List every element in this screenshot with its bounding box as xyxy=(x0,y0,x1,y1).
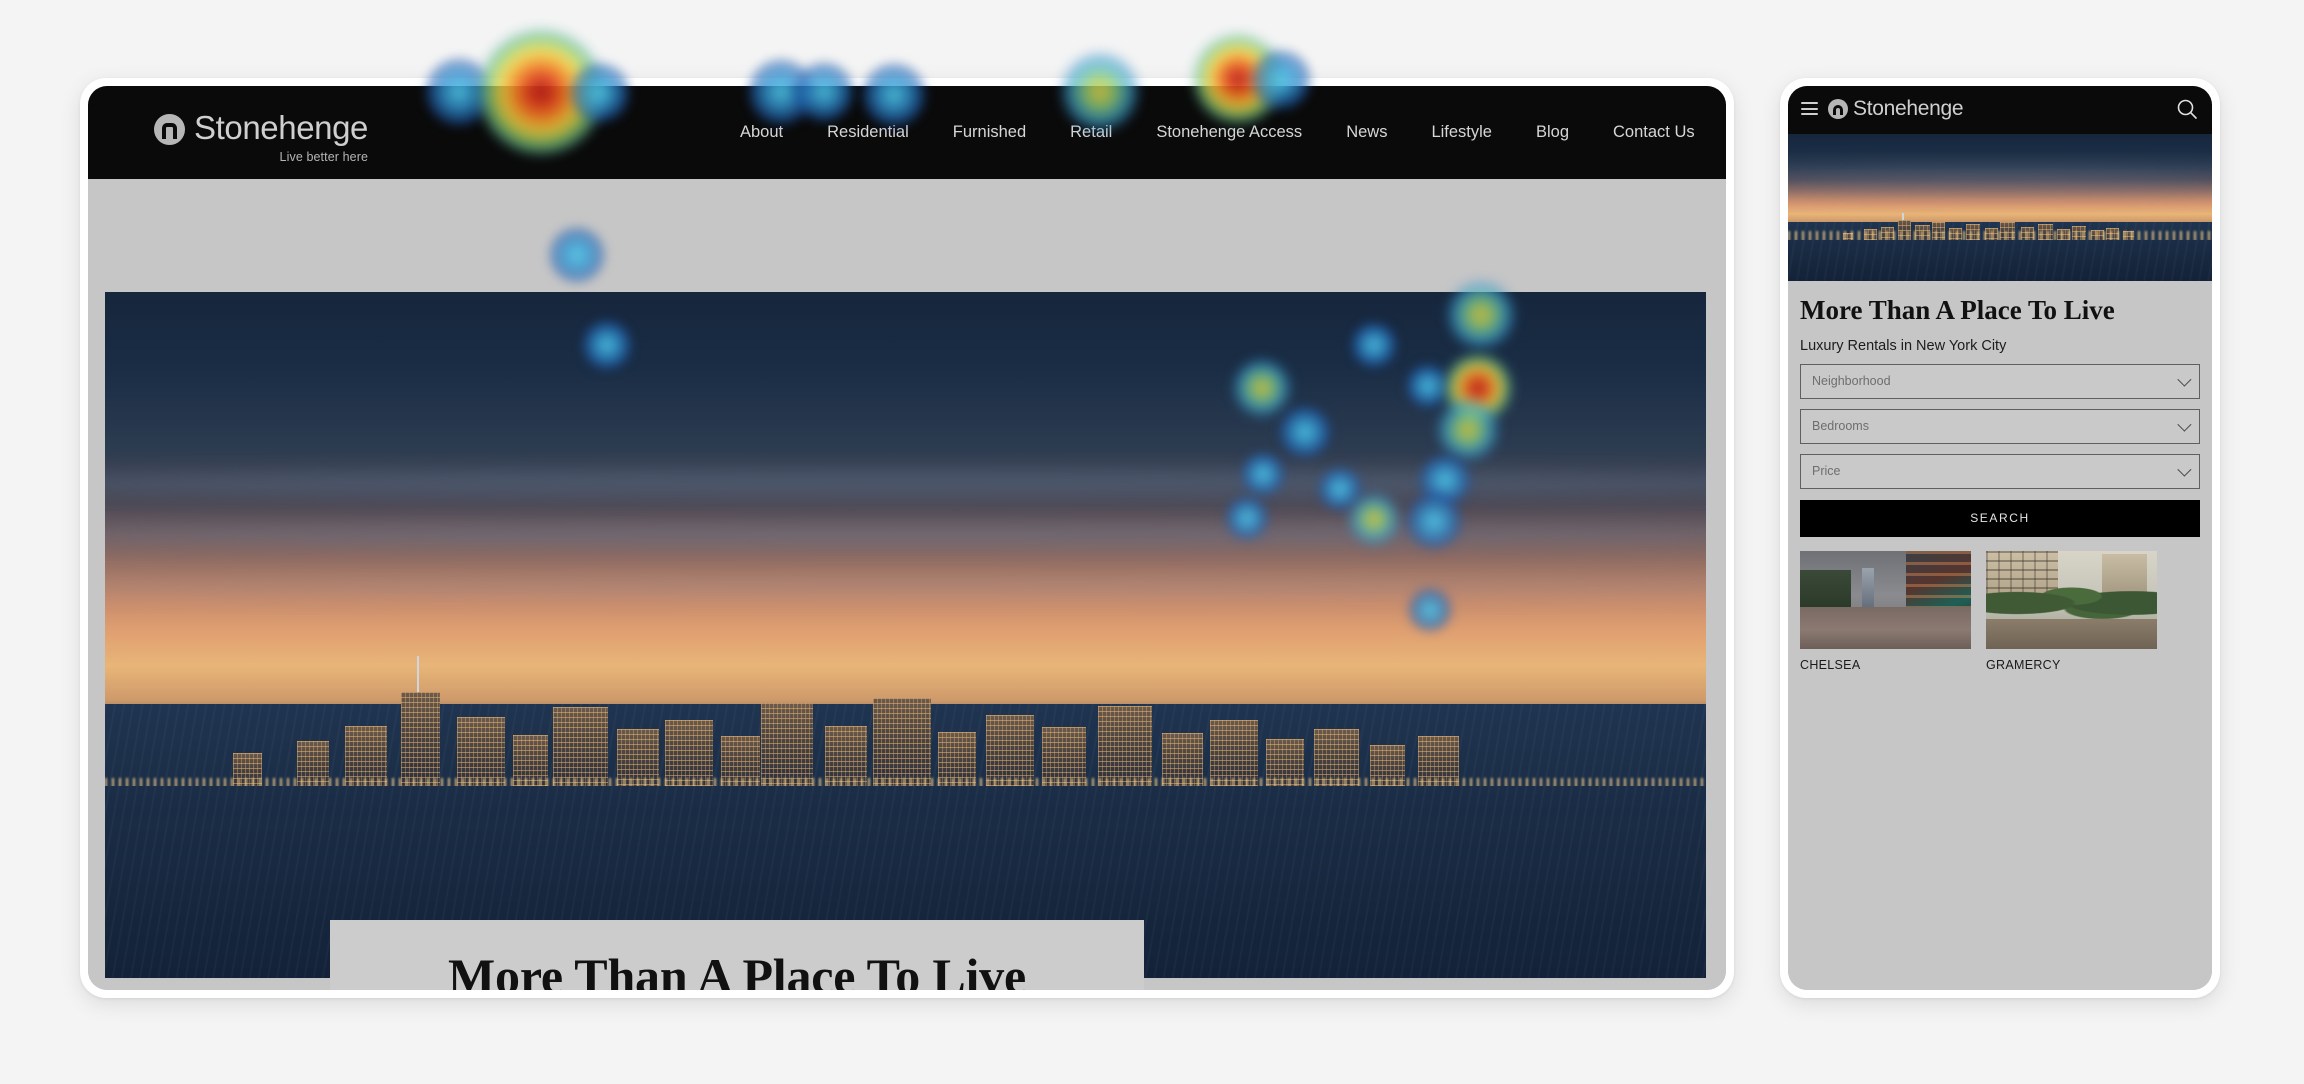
mobile-hero-image xyxy=(1788,134,2212,281)
gramercy-park-image xyxy=(1986,550,2157,649)
desktop-site-header: Stonehenge Live better here About Reside… xyxy=(88,86,1726,179)
nav-item-furnished[interactable]: Furnished xyxy=(931,123,1048,142)
neighborhood-card-chelsea[interactable]: CHELSEA xyxy=(1800,550,1971,672)
nav-item-news[interactable]: News xyxy=(1324,123,1409,142)
stonehenge-arch-icon xyxy=(154,114,185,145)
hamburger-menu-icon[interactable] xyxy=(1801,102,1818,115)
primary-navigation: About Residential Furnished Retail Stone… xyxy=(718,86,1717,179)
desktop-page-body: More Than A Place To Live Luxury Rentals… xyxy=(88,179,1726,990)
nav-item-blog[interactable]: Blog xyxy=(1514,123,1591,142)
logo-wordmark: Stonehenge xyxy=(194,109,369,146)
nav-item-lifestyle[interactable]: Lifestyle xyxy=(1409,123,1514,142)
bedrooms-placeholder: Bedrooms xyxy=(1812,419,1869,433)
nyc-skyline-illustration xyxy=(1788,134,2212,281)
mobile-site-header: Stonehenge xyxy=(1788,86,2212,134)
neighborhood-select[interactable]: Neighborhood xyxy=(1800,363,2200,399)
chelsea-label: CHELSEA xyxy=(1800,657,1861,672)
site-logo[interactable]: Stonehenge Live better here xyxy=(154,111,368,164)
mobile-logo-wordmark: Stonehenge xyxy=(1853,97,1964,120)
nyc-skyline-illustration xyxy=(105,292,1706,978)
bedrooms-select[interactable]: Bedrooms xyxy=(1800,408,2200,444)
nav-item-stonehenge-access[interactable]: Stonehenge Access xyxy=(1134,123,1324,142)
neighborhood-card-gramercy[interactable]: GRAMERCY xyxy=(1986,550,2157,672)
hero-image xyxy=(105,292,1706,978)
chevron-down-icon xyxy=(2177,372,2192,387)
mobile-preview-frame: Stonehenge More Than A Place To Live Lux… xyxy=(1780,78,2220,998)
neighborhood-card-list: CHELSEA GRAMERCY xyxy=(1800,550,2200,672)
chelsea-street-image xyxy=(1800,550,1971,649)
nav-item-retail[interactable]: Retail xyxy=(1048,123,1134,142)
search-button[interactable]: SEARCH xyxy=(1800,499,2200,537)
nav-item-contact-us[interactable]: Contact Us xyxy=(1591,123,1717,142)
search-icon[interactable] xyxy=(2176,98,2198,120)
nav-item-residential[interactable]: Residential xyxy=(805,123,931,142)
stonehenge-arch-icon xyxy=(1828,99,1848,119)
mobile-viewport: Stonehenge More Than A Place To Live Lux… xyxy=(1788,86,2212,990)
price-select[interactable]: Price xyxy=(1800,453,2200,489)
desktop-preview-frame: Stonehenge Live better here About Reside… xyxy=(80,78,1734,998)
logo-tagline: Live better here xyxy=(279,150,369,164)
gramercy-label: GRAMERCY xyxy=(1986,657,2061,672)
nav-item-about[interactable]: About xyxy=(718,123,805,142)
neighborhood-placeholder: Neighborhood xyxy=(1812,374,1891,388)
price-placeholder: Price xyxy=(1812,464,1841,478)
hero-text-panel: More Than A Place To Live Luxury Rentals… xyxy=(330,920,1144,990)
chevron-down-icon xyxy=(2177,417,2192,432)
mobile-page-content: More Than A Place To Live Luxury Rentals… xyxy=(1788,281,2212,990)
mobile-site-logo[interactable]: Stonehenge xyxy=(1828,97,1964,121)
chevron-down-icon xyxy=(2177,462,2192,477)
desktop-viewport: Stonehenge Live better here About Reside… xyxy=(88,86,1726,990)
mobile-hero-subtitle: Luxury Rentals in New York City xyxy=(1800,337,2007,354)
mobile-hero-title: More Than A Place To Live xyxy=(1800,295,2115,325)
hero-title: More Than A Place To Live xyxy=(448,948,1026,990)
